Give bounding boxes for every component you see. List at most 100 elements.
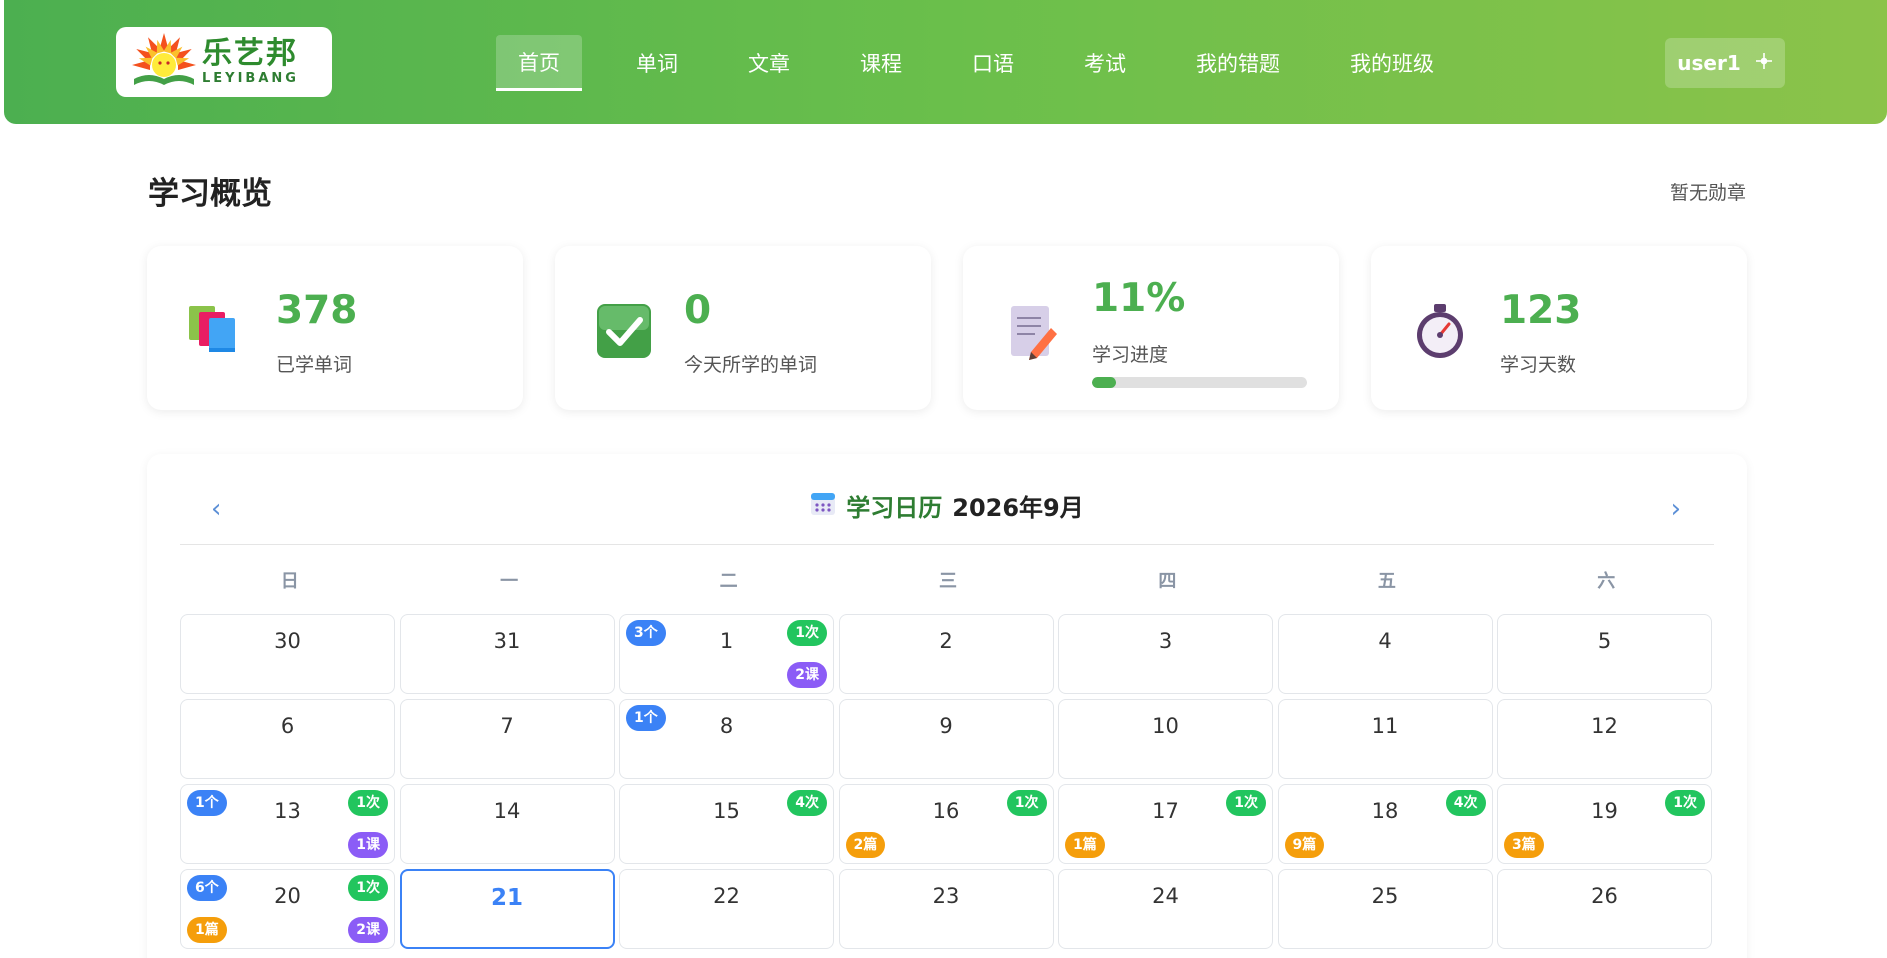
calendar-day[interactable]: 14 [399, 784, 615, 864]
nav-courses[interactable]: 课程 [838, 35, 924, 91]
stopwatch-icon [1411, 302, 1469, 360]
day-number: 10 [1152, 714, 1179, 738]
count-tag: 4次 [787, 790, 827, 816]
user-menu-button[interactable]: user1 [1665, 38, 1785, 88]
course-tag: 2课 [787, 662, 827, 688]
study-calendar: ‹ 学习日历 2026年9月 › 日 一 二 三 四 五 六 30 31 1 3个 1次… [147, 454, 1747, 958]
calendar-day[interactable]: 6 [180, 699, 395, 779]
calendar-day[interactable]: 24 [1058, 869, 1273, 949]
count-tag: 1次 [348, 875, 388, 901]
calendar-day[interactable]: 11 [1277, 699, 1493, 779]
calendar-day[interactable]: 2 [838, 614, 1054, 694]
calendar-day[interactable]: 3 [1058, 614, 1273, 694]
calendar-day[interactable]: 9 [838, 699, 1054, 779]
stat-value: 378 [276, 288, 358, 333]
nav-mistakes[interactable]: 我的错题 [1174, 35, 1302, 91]
calendar-header: 学习日历 2026年9月 [147, 488, 1747, 523]
article-tag: 3篇 [1504, 832, 1544, 858]
calendar-day[interactable]: 22 [619, 869, 834, 949]
day-number: 6 [280, 714, 295, 738]
calendar-day[interactable]: 8 1个 [619, 699, 834, 779]
day-number: 31 [493, 629, 521, 653]
stat-label: 学习天数 [1500, 354, 1577, 376]
day-number: 26 [1591, 884, 1618, 908]
day-number: 14 [493, 799, 521, 823]
nav-articles[interactable]: 文章 [726, 35, 812, 91]
calendar-day[interactable]: 13 1个 1次 1课 [180, 784, 395, 864]
calendar-day[interactable]: 15 4次 [619, 784, 834, 864]
stat-label: 已学单词 [276, 354, 353, 376]
calendar-day[interactable]: 31 [399, 614, 615, 694]
course-tag: 2课 [348, 917, 388, 943]
weekday-tue: 二 [719, 571, 738, 592]
day-number: 5 [1597, 629, 1612, 653]
badge-status[interactable]: 暂无勋章 [1670, 178, 1746, 205]
words-tag: 1个 [187, 790, 227, 816]
calendar-day-today[interactable]: 21 [399, 869, 615, 949]
nav-home[interactable]: 首页 [496, 35, 582, 91]
article-tag: 2篇 [845, 832, 886, 858]
calendar-day[interactable]: 30 [180, 614, 395, 694]
memo-icon [1003, 302, 1061, 360]
logo-cn-text: 乐艺邦 [202, 36, 298, 71]
calendar-day[interactable]: 1 3个 1次 2课 [619, 614, 834, 694]
calendar-day[interactable]: 18 4次 9篇 [1277, 784, 1493, 864]
calendar-day[interactable]: 10 [1058, 699, 1273, 779]
count-tag: 1次 [348, 790, 388, 816]
article-tag: 9篇 [1284, 832, 1325, 858]
stat-card-learned-words: 378 已学单词 [147, 246, 523, 410]
next-month-button[interactable]: › [1671, 494, 1681, 524]
logo[interactable]: 乐艺邦 LEYIBANG [116, 27, 332, 97]
nav-my-class[interactable]: 我的班级 [1328, 35, 1456, 91]
calendar-month: 2026年9月 [952, 494, 1084, 522]
calendar-day[interactable]: 17 1次 1篇 [1058, 784, 1273, 864]
calendar-icon [810, 490, 836, 522]
day-number: 11 [1371, 714, 1399, 738]
calendar-day[interactable]: 20 6个 1次 2课 1篇 [180, 869, 395, 949]
day-number: 22 [713, 884, 740, 908]
course-tag: 1课 [348, 832, 388, 858]
stat-card-today-words: 0 今天所学的单词 [555, 246, 931, 410]
count-tag: 1次 [787, 620, 827, 646]
calendar-grid: 30 31 1 3个 1次 2课 2 3 4 5 6 7 8 1个 9 10 11 12 13 1个 1次 1课 14 15 4… [180, 614, 1716, 949]
count-tag: 1次 [1006, 790, 1047, 816]
day-number: 25 [1371, 884, 1399, 908]
page-title: 学习概览 [148, 176, 272, 212]
stat-card-study-days: 123 学习天数 [1371, 246, 1747, 410]
username: user1 [1677, 51, 1741, 75]
calendar-day[interactable]: 7 [399, 699, 615, 779]
divider [180, 544, 1714, 545]
calendar-day[interactable]: 23 [838, 869, 1054, 949]
nav-words[interactable]: 单词 [614, 35, 700, 91]
calendar-day[interactable]: 5 [1497, 614, 1712, 694]
day-number: 30 [274, 629, 301, 653]
calendar-day[interactable]: 25 [1277, 869, 1493, 949]
count-tag: 4次 [1445, 790, 1486, 816]
calendar-day[interactable]: 16 1次 2篇 [838, 784, 1054, 864]
top-header: 乐艺邦 LEYIBANG 首页 单词 文章 课程 口语 考试 我的错题 我的班级… [4, 0, 1887, 124]
weekday-header: 日 一 二 三 四 五 六 [180, 566, 1716, 598]
calendar-day[interactable]: 12 [1497, 699, 1712, 779]
day-number: 23 [932, 884, 960, 908]
weekday-sun: 日 [280, 571, 299, 592]
stat-label: 今天所学的单词 [684, 354, 818, 376]
weekday-mon: 一 [500, 571, 519, 592]
nav-exams[interactable]: 考试 [1062, 35, 1148, 91]
stat-label: 学习进度 [1092, 344, 1169, 366]
day-number: 7 [500, 714, 514, 738]
day-number: 24 [1152, 884, 1179, 908]
day-number: 21 [490, 885, 523, 911]
count-tag: 1次 [1665, 790, 1705, 816]
words-tag: 3个 [626, 620, 666, 646]
weekday-wed: 三 [938, 571, 957, 592]
day-number: 12 [1591, 714, 1618, 738]
nav-speaking[interactable]: 口语 [950, 35, 1036, 91]
calendar-day[interactable]: 26 [1497, 869, 1712, 949]
checkmark-icon [595, 302, 653, 360]
weekday-fri: 五 [1377, 571, 1396, 592]
calendar-day[interactable]: 19 1次 3篇 [1497, 784, 1712, 864]
count-tag: 1次 [1226, 790, 1266, 816]
calendar-day[interactable]: 4 [1277, 614, 1493, 694]
weekday-sat: 六 [1597, 571, 1616, 592]
stat-value: 0 [684, 288, 712, 333]
